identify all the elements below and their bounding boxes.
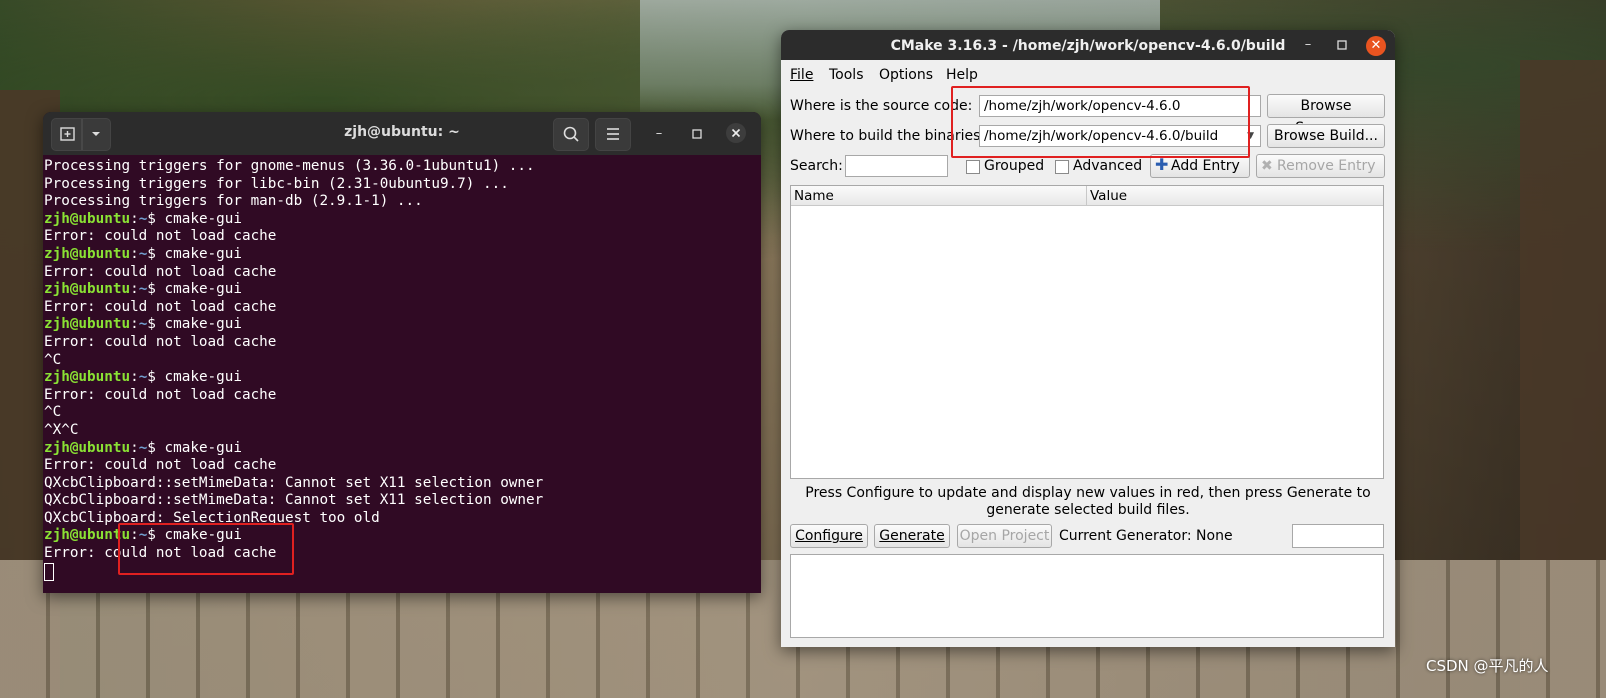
text-cursor xyxy=(44,562,54,581)
terminal-output[interactable]: Processing triggers for gnome-menus (3.3… xyxy=(43,155,761,581)
grouped-label: Grouped xyxy=(984,158,1045,174)
command-text: $ cmake-gui xyxy=(147,439,242,456)
search-input[interactable] xyxy=(845,155,948,177)
terminal-line: Error: could not load cache xyxy=(44,457,277,474)
prompt-user: zjh@ubuntu xyxy=(44,245,131,262)
watermark: CSDN @平凡的人 xyxy=(1426,657,1549,675)
command-text: $ cmake-gui xyxy=(147,316,242,333)
highlight-box-terminal xyxy=(118,523,294,575)
terminal-line: Error: could not load cache xyxy=(44,386,277,403)
menu-options[interactable]: Options xyxy=(879,67,933,83)
terminal-line: zjh@ubuntu:~$ cmake-gui xyxy=(44,316,242,333)
info-text: Press Configure to update and display ne… xyxy=(805,485,1371,518)
prompt-user: zjh@ubuntu xyxy=(44,210,131,227)
terminal-line: Error: could not load cache xyxy=(44,298,277,315)
terminal-line: Processing triggers for man-db (2.9.1-1)… xyxy=(44,193,423,210)
terminal-line: QXcbClipboard::setMimeData: Cannot set X… xyxy=(44,492,544,509)
terminal-line: Error: could not load cache xyxy=(44,228,277,245)
progress-field xyxy=(1292,524,1384,548)
advanced-checkbox[interactable] xyxy=(1055,160,1069,174)
terminal-line: ^X^C xyxy=(44,421,79,438)
menu-help[interactable]: Help xyxy=(946,67,978,83)
column-header-value[interactable]: Value xyxy=(1087,186,1383,206)
prompt-user: zjh@ubuntu xyxy=(44,281,131,298)
terminal-line: zjh@ubuntu:~$ cmake-gui xyxy=(44,245,242,262)
prompt-path: ~ xyxy=(138,210,148,227)
terminal-line: zjh@ubuntu:~$ cmake-gui xyxy=(44,281,242,298)
add-entry-label: Add Entry xyxy=(1171,158,1240,174)
command-text: $ cmake-gui xyxy=(147,281,242,298)
browse-build-button[interactable]: Browse Build... xyxy=(1267,124,1385,148)
output-log[interactable] xyxy=(790,554,1384,638)
terminal-line: zjh@ubuntu:~$ cmake-gui xyxy=(44,210,242,227)
grouped-checkbox[interactable] xyxy=(966,160,980,174)
prompt-path: ~ xyxy=(138,316,148,333)
terminal-header-bar[interactable]: zjh@ubuntu: ~ – xyxy=(43,112,761,155)
terminal-line: ^C xyxy=(44,404,62,421)
command-text: $ cmake-gui xyxy=(147,369,242,386)
prompt-user: zjh@ubuntu xyxy=(44,439,131,456)
search-icon xyxy=(563,126,579,142)
prompt-user: zjh@ubuntu xyxy=(44,369,131,386)
current-generator-label: Current Generator: None xyxy=(1059,528,1233,544)
minimize-icon[interactable]: – xyxy=(650,125,668,143)
prompt-path: ~ xyxy=(138,369,148,386)
maximize-icon[interactable] xyxy=(1333,36,1351,54)
menu-tools[interactable]: Tools xyxy=(829,67,864,83)
terminal-search-button[interactable] xyxy=(553,118,589,151)
terminal-line: zjh@ubuntu:~$ cmake-gui xyxy=(44,369,242,386)
prompt-path: ~ xyxy=(138,439,148,456)
close-icon[interactable]: ✕ xyxy=(1366,36,1386,56)
prompt-user: zjh@ubuntu xyxy=(44,316,131,333)
cmake-menubar xyxy=(781,60,1395,84)
terminal-line: QXcbClipboard::setMimeData: Cannot set X… xyxy=(44,474,544,491)
highlight-box-cmake-paths xyxy=(951,86,1250,158)
search-label: Search: xyxy=(790,158,843,174)
terminal-line: Error: could not load cache xyxy=(44,263,277,280)
remove-entry-label: Remove Entry xyxy=(1277,158,1376,174)
column-header-name[interactable]: Name xyxy=(791,186,1087,206)
remove-entry-button[interactable]: ✖ Remove Entry xyxy=(1256,154,1385,178)
open-project-button[interactable]: Open Project xyxy=(957,524,1052,548)
remove-icon: ✖ xyxy=(1261,158,1273,174)
terminal-menu-button[interactable] xyxy=(595,118,631,151)
minimize-icon[interactable]: – xyxy=(1299,36,1317,54)
browse-source-button[interactable]: Browse Source... xyxy=(1267,94,1385,136)
terminal-window[interactable]: zjh@ubuntu: ~ – Processing triggers for … xyxy=(43,112,761,593)
prompt-path: ~ xyxy=(138,281,148,298)
command-text: $ cmake-gui xyxy=(147,210,242,227)
command-text: $ cmake-gui xyxy=(147,245,242,262)
terminal-line: Error: could not load cache xyxy=(44,333,277,350)
close-icon[interactable] xyxy=(726,123,746,143)
hamburger-icon xyxy=(607,128,619,140)
advanced-label: Advanced xyxy=(1073,158,1143,174)
terminal-line: Processing triggers for libc-bin (2.31-0… xyxy=(44,175,509,192)
generate-button[interactable]: Generate xyxy=(874,524,950,548)
terminal-line: ^C xyxy=(44,351,62,368)
maximize-icon[interactable] xyxy=(688,125,706,143)
menu-file[interactable]: File xyxy=(790,67,813,83)
terminal-line: zjh@ubuntu:~$ cmake-gui xyxy=(44,439,242,456)
cmake-title-bar[interactable]: CMake 3.16.3 - /home/zjh/work/opencv-4.6… xyxy=(781,30,1395,60)
cache-table[interactable]: Name Value xyxy=(790,185,1384,479)
configure-button[interactable]: Configure xyxy=(790,524,868,548)
prompt-path: ~ xyxy=(138,245,148,262)
terminal-line: Processing triggers for gnome-menus (3.3… xyxy=(44,158,535,174)
source-code-label: Where is the source code: xyxy=(790,98,973,114)
